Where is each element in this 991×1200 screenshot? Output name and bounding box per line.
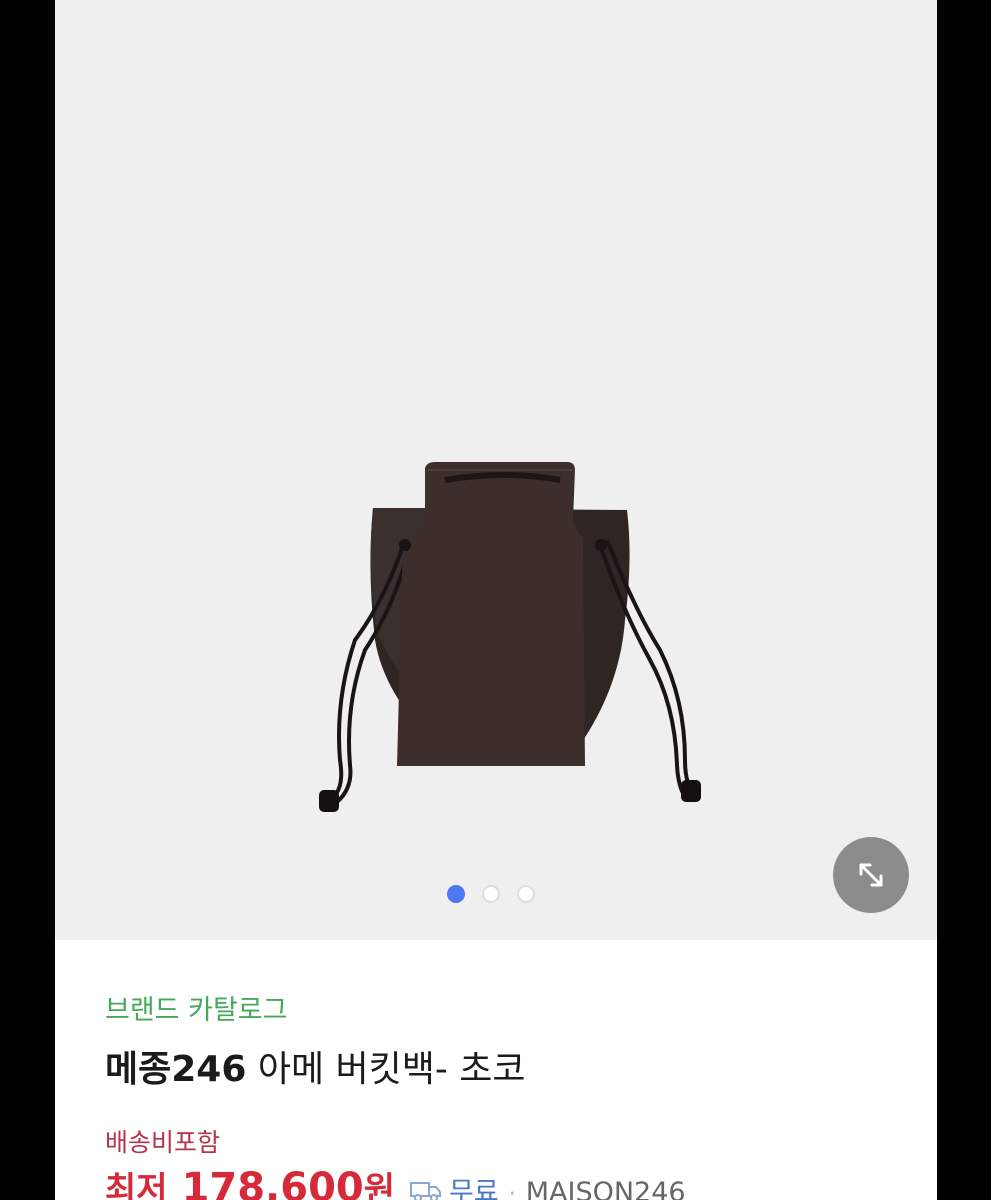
lowest-price-row[interactable]: 최저 178,600 원 무료 · MAISON246 <box>105 1162 686 1200</box>
delivery-free-label: 무료 <box>449 1177 499 1200</box>
price-unit: 원 <box>363 1170 396 1200</box>
app-frame: 브랜드 카탈로그 메종246 아메 버킷백- 초코 배송비포함 최저 178,6… <box>55 0 937 1200</box>
price-prefix: 최저 <box>105 1170 168 1200</box>
product-title-name: 아메 버킷백- 초코 <box>246 1049 526 1090</box>
pagination-dot-2[interactable] <box>482 885 500 903</box>
product-title: 메종246 아메 버킷백- 초코 <box>105 1040 526 1092</box>
expand-arrows-icon <box>859 863 883 887</box>
product-image <box>319 462 701 812</box>
truck-icon <box>410 1182 442 1200</box>
brand-catalog-link[interactable]: 브랜드 카탈로그 <box>105 988 287 1027</box>
product-title-brand: 메종246 <box>105 1049 247 1090</box>
gallery-pagination <box>447 885 535 903</box>
product-image-gallery[interactable] <box>55 0 937 940</box>
expand-image-button[interactable] <box>833 837 909 913</box>
seller-name[interactable]: MAISON246 <box>526 1177 686 1200</box>
shipping-included-label: 배송비포함 <box>105 1128 221 1157</box>
pagination-dot-3[interactable] <box>517 885 535 903</box>
pagination-dot-1[interactable] <box>447 885 465 903</box>
separator: · <box>508 1182 516 1200</box>
price-value: 178,600 <box>181 1165 364 1200</box>
